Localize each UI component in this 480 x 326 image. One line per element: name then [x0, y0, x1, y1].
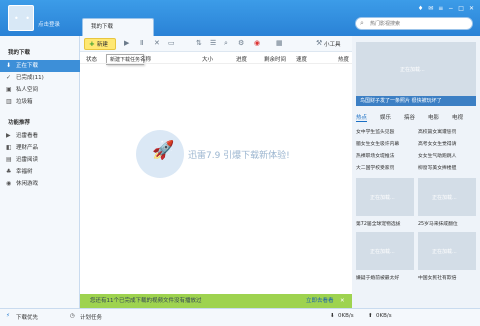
close-banner-icon[interactable]: ✕ — [340, 294, 345, 308]
ad-image[interactable]: 正在加载... — [356, 42, 476, 96]
sort-icon[interactable]: ⇅ — [196, 39, 202, 47]
small-tools-button[interactable]: 小工具 — [324, 40, 341, 48]
banner-message: 您还有11个已完成下载的视频文件没有播放过 — [90, 298, 202, 304]
news-item[interactable]: 柳窗写美女捧楼胆 — [418, 164, 456, 171]
window-controls: ♦ ✉ ≡ − □ ✕ — [418, 4, 474, 14]
notice-banner: 您还有11个已完成下载的视频文件没有播放过 立即去看看 ✕ — [80, 294, 352, 308]
ad-caption[interactable]: 鸟国财子发了一条照片 很快被玩坏了 — [356, 96, 476, 106]
maximize-icon[interactable]: □ — [458, 4, 464, 14]
search-input[interactable] — [370, 19, 468, 29]
shirt-icon[interactable]: ♦ — [418, 4, 423, 14]
settings-icon[interactable]: ⚙ — [238, 39, 244, 47]
view-icon[interactable]: ▦ — [276, 39, 283, 47]
download-speed: 0KB/s — [338, 313, 354, 319]
thumb-caption[interactable]: 中国女民社有欺倍 — [418, 274, 456, 281]
sidebar-item-completed[interactable]: ✓ 已完成(11) — [0, 72, 80, 84]
trash-icon: ▥ — [6, 98, 12, 105]
toolbar: + 新建 ▶ Ⅱ ✕ ▭ ⇅ ☰ ⌕ ⚙ ◉ ▦ ⚒ 小工具 — [80, 36, 352, 52]
login-link[interactable]: 点击登录 — [38, 20, 60, 28]
section-recommend: 功能推荐 — [8, 120, 31, 126]
pause-icon[interactable]: Ⅱ — [140, 39, 143, 47]
upload-speed: 0KB/s — [376, 313, 392, 319]
column-heat[interactable]: 热度 — [338, 55, 349, 63]
tab-hot[interactable]: 热点 — [356, 113, 368, 122]
download-speed-icon: ⬇ — [330, 313, 335, 319]
game-icon: ◉ — [6, 180, 12, 187]
book-icon: ▤ — [6, 156, 12, 163]
search-task-icon[interactable]: ⌕ — [224, 39, 228, 48]
sidebar-item-finance[interactable]: ◧ 理财产品 — [0, 142, 80, 154]
message-icon[interactable]: ✉ — [428, 4, 433, 14]
watch-now-link[interactable]: 立即去看看 — [306, 294, 334, 308]
column-status[interactable]: 状态 — [86, 55, 97, 63]
tab-my-downloads[interactable]: 我的下载 — [82, 18, 154, 36]
thumb-image[interactable]: 正在加载... — [418, 232, 476, 270]
news-item[interactable]: 热裸职场女堤推法 — [356, 152, 394, 159]
thumb-image[interactable]: 正在加载... — [356, 178, 414, 216]
column-remaining[interactable]: 剩余时间 — [264, 55, 286, 63]
news-item[interactable]: 女女生气助跑跳人 — [418, 152, 456, 159]
wallet-icon: ◧ — [6, 144, 12, 151]
tab-tv[interactable]: 电视 — [452, 113, 463, 121]
news-item[interactable]: 高考女女生觉得请 — [418, 140, 456, 147]
thumb-image[interactable]: 正在加载... — [356, 232, 414, 270]
upload-speed-icon: ⬆ — [368, 313, 373, 319]
ad-panel: 正在加载... 鸟国财子发了一条照片 很快被玩坏了 热点 娱乐 搞谷 电影 电视… — [352, 36, 480, 308]
scheduled-tasks-button[interactable]: 计划任务 — [80, 313, 102, 321]
lock-icon: ▣ — [6, 86, 12, 93]
tab-ent[interactable]: 娱乐 — [380, 113, 391, 121]
sidebar-item-read[interactable]: ▤ 迅雷阅读 — [0, 154, 80, 166]
sidebar-item-games[interactable]: ◉ 休闲游戏 — [0, 178, 80, 190]
sidebar-item-kankan[interactable]: ▶ 迅雷看看 — [0, 130, 80, 142]
sidebar-item-trash[interactable]: ▥ 垃圾箱 — [0, 96, 80, 108]
tree-icon: ♣ — [6, 168, 12, 175]
sidebar-item-downloading[interactable]: ⬇ 正在下载 — [0, 60, 80, 72]
start-icon[interactable]: ▶ — [124, 39, 129, 47]
news-item[interactable]: 女中学生监头见殴 — [356, 128, 394, 135]
clock-icon: ◷ — [70, 313, 75, 319]
column-headers: 状态 名称 大小 进度 剩余时间 速度 热度 — [80, 53, 352, 64]
tab-fun[interactable]: 搞谷 — [404, 113, 415, 121]
sidebar-item-tree[interactable]: ♣ 幸福树 — [0, 166, 80, 178]
close-icon[interactable]: ✕ — [469, 4, 474, 14]
tab-movie[interactable]: 电影 — [428, 113, 439, 121]
news-item[interactable]: 大二国学校受家罚 — [356, 164, 394, 171]
download-priority-button[interactable]: 下载优先 — [16, 313, 38, 321]
column-progress[interactable]: 进度 — [236, 55, 247, 63]
search-icon[interactable]: ⌕ — [360, 19, 364, 28]
empty-slogan: 迅雷7.9 引爆下载新体验! — [188, 151, 290, 161]
plus-icon: + — [89, 40, 95, 48]
news-tabs: 热点 娱乐 搞谷 电影 电视 — [356, 112, 476, 122]
column-size[interactable]: 大小 — [202, 55, 213, 63]
avatar[interactable]: • • — [8, 5, 34, 31]
delete-icon[interactable]: ✕ — [154, 39, 160, 47]
thumb-caption[interactable]: 嫌疑于婚前被最太好 — [356, 274, 399, 281]
download-list-area: + 新建 ▶ Ⅱ ✕ ▭ ⇅ ☰ ⌕ ⚙ ◉ ▦ ⚒ 小工具 新建下载任务 状态 … — [80, 36, 352, 308]
sidebar: 我的下载 ⬇ 正在下载 ✓ 已完成(11) ▣ 私人空间 ▥ 垃圾箱 功能推荐 ▶ 迅雷看… — [0, 36, 80, 308]
column-speed[interactable]: 速度 — [296, 55, 307, 63]
new-task-button[interactable]: + 新建 — [84, 38, 116, 50]
speed-icon[interactable]: ◉ — [254, 39, 260, 47]
menu-icon[interactable]: ≡ — [438, 4, 443, 14]
news-item[interactable]: 腼女生女生吸许内幕 — [356, 140, 399, 147]
download-icon: ⬇ — [6, 62, 12, 69]
bolt-icon: ⚡ — [6, 313, 10, 319]
list-icon[interactable]: ☰ — [210, 39, 216, 47]
news-item[interactable]: 高校篇女寓遭惩罚 — [418, 128, 456, 135]
column-name[interactable]: 名称 — [140, 55, 151, 63]
thumb-image[interactable]: 正在加载... — [418, 178, 476, 216]
search-box: ⌕ — [355, 17, 473, 30]
section-my-downloads: 我的下载 — [8, 50, 31, 56]
thumb-caption[interactable]: 第72届全球宠物选拔 — [356, 220, 400, 227]
sidebar-item-private[interactable]: ▣ 私人空间 — [0, 84, 80, 96]
rocket-logo-icon: 🚀 — [136, 130, 184, 178]
tools-icon[interactable]: ⚒ — [316, 39, 322, 47]
folder-icon[interactable]: ▭ — [168, 39, 175, 47]
play-icon: ▶ — [6, 132, 11, 139]
minimize-icon[interactable]: − — [448, 4, 453, 14]
status-bar: ⚡ 下载优先 ◷ 计划任务 ⬇ 0KB/s ⬆ 0KB/s — [0, 308, 480, 326]
check-icon: ✓ — [6, 74, 12, 81]
thumb-caption[interactable]: 25岁马来抹咸翻位 — [418, 220, 458, 227]
